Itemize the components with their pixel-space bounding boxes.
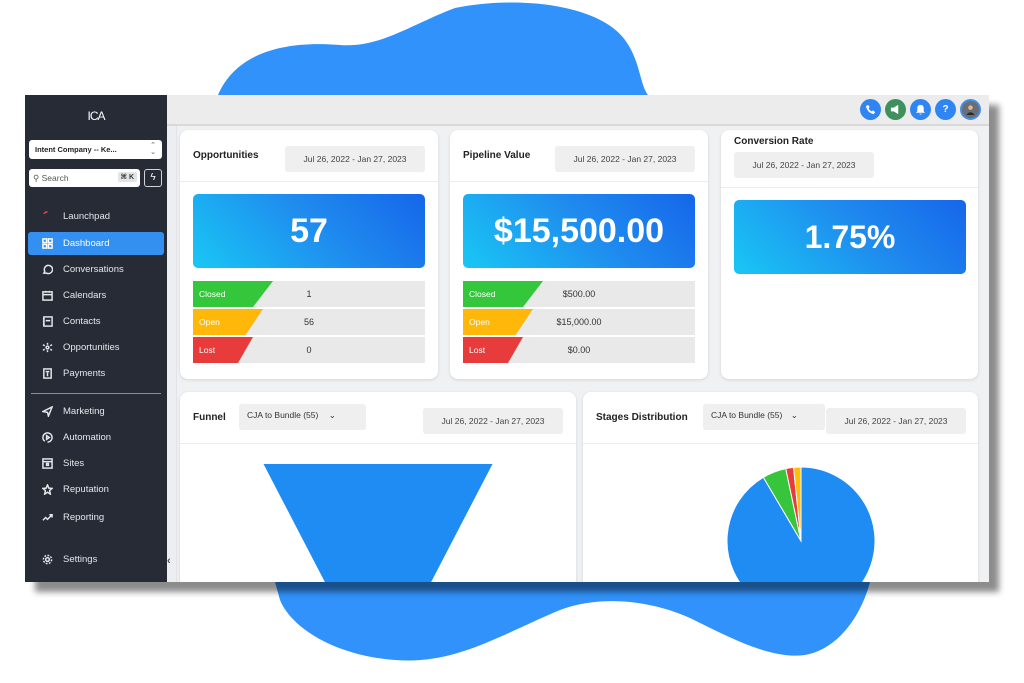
total-pipeline-value: $15,500.00 [463, 194, 695, 268]
sidebar-item-opportunities[interactable]: Opportunities [28, 336, 164, 359]
sidebar-item-label: Payments [63, 368, 106, 379]
stat-value: 56 [303, 317, 315, 327]
updown-chevron-icon: ⌃ ⌄ [150, 142, 156, 156]
conversion-rate-card: Conversion Rate Jul 26, 2022 - Jan 27, 2… [721, 130, 978, 379]
sidebar-divider [31, 393, 161, 394]
sidebar-item-marketing[interactable]: Marketing [28, 400, 164, 423]
app-window: ICA Intent Company -- Ke... ⌃ ⌄ ⚲ Search … [25, 95, 989, 582]
stat-tag: Lost [193, 337, 253, 363]
sidebar-item-dashboard[interactable]: Dashboard [28, 232, 164, 255]
company-selector-label: Intent Company -- Ke... [35, 145, 117, 154]
search-shortcut: ⌘ K [117, 172, 137, 182]
stat-tag: Lost [463, 337, 523, 363]
chevron-left-icon[interactable]: ‹ [167, 555, 171, 567]
chat-bubble-icon [40, 263, 54, 277]
sidebar-item-label: Launchpad [63, 211, 111, 222]
lightning-icon: ϟ [150, 172, 156, 183]
stat-row-lost: Lost 0 [193, 337, 425, 363]
sidebar-item-settings[interactable]: Settings [28, 548, 164, 571]
conversion-rate-value: 1.75% [734, 200, 966, 274]
sidebar-item-automation[interactable]: Automation [28, 426, 164, 449]
gear-icon [40, 553, 54, 567]
stage: ICA Intent Company -- Ke... ⌃ ⌄ ⚲ Search … [0, 0, 1024, 683]
stat-tag: Open [463, 309, 533, 335]
bell-icon[interactable] [910, 99, 931, 120]
sidebar-item-launchpad[interactable]: Launchpad [28, 205, 164, 228]
stat-tag: Closed [193, 281, 273, 307]
user-avatar[interactable] [960, 99, 981, 120]
stat-row-open: Open $15,000.00 [463, 309, 695, 335]
search-icon: ⚲ [33, 173, 40, 183]
quick-actions-button[interactable]: ϟ [144, 169, 162, 187]
card-title: Conversion Rate [734, 136, 814, 147]
sidebar: ICA Intent Company -- Ke... ⌃ ⌄ ⚲ Search … [25, 95, 167, 582]
stages-distribution-card: Stages Distribution CJA to Bundle (55) ⌄… [583, 392, 978, 582]
card-title: Pipeline Value [463, 150, 531, 161]
sidebar-collapse-strip[interactable]: ‹ [167, 95, 177, 582]
sites-icon [40, 457, 54, 471]
sidebar-item-contacts[interactable]: Contacts [28, 310, 164, 333]
sidebar-item-reporting[interactable]: Reporting [28, 506, 164, 529]
sidebar-item-conversations[interactable]: Conversations [28, 258, 164, 281]
megaphone-icon[interactable] [885, 99, 906, 120]
stat-value: 0 [306, 345, 312, 355]
stat-value: 1 [306, 289, 312, 299]
sidebar-item-payments[interactable]: Payments [28, 362, 164, 385]
card-title: Opportunities [193, 150, 259, 161]
stat-row-closed: Closed 1 [193, 281, 425, 307]
company-selector[interactable]: Intent Company -- Ke... ⌃ ⌄ [29, 140, 162, 159]
funnel-stage [263, 464, 493, 582]
sidebar-item-sites[interactable]: Sites [28, 452, 164, 475]
search-placeholder: Search [41, 173, 69, 183]
automation-icon [40, 431, 54, 445]
top-bar: ? [167, 95, 989, 126]
stages-pie-chart [726, 466, 876, 582]
opportunities-icon [40, 341, 54, 355]
help-icon[interactable]: ? [935, 99, 956, 120]
sidebar-item-label: Conversations [63, 264, 124, 275]
date-range-picker[interactable]: Jul 26, 2022 - Jan 27, 2023 [555, 146, 695, 172]
card-divider [180, 181, 438, 182]
card-divider [721, 187, 978, 188]
date-range-picker[interactable]: Jul 26, 2022 - Jan 27, 2023 [285, 146, 425, 172]
stat-value: $500.00 [562, 289, 596, 299]
sidebar-item-label: Opportunities [63, 342, 120, 353]
sidebar-item-label: Sites [63, 458, 85, 469]
sidebar-item-label: Reporting [63, 512, 105, 523]
funnel-card: Funnel CJA to Bundle (55) ⌄ Jul 26, 2022… [180, 392, 576, 582]
contacts-book-icon [40, 315, 54, 329]
sidebar-item-label: Marketing [63, 406, 105, 417]
calendar-icon [40, 289, 54, 303]
stat-tag: Closed [463, 281, 543, 307]
app-logo: ICA [87, 109, 105, 123]
sidebar-item-label: Contacts [63, 316, 101, 327]
dashboard-icon [40, 237, 54, 251]
sidebar-item-label: Dashboard [63, 238, 110, 249]
sidebar-item-label: Reputation [63, 484, 109, 495]
stat-row-open: Open 56 [193, 309, 425, 335]
star-icon [40, 483, 54, 497]
sidebar-item-label: Settings [63, 554, 98, 565]
stat-value: $0.00 [567, 345, 591, 355]
stat-row-lost: Lost $0.00 [463, 337, 695, 363]
sidebar-item-label: Calendars [63, 290, 107, 301]
stat-value: $15,000.00 [556, 317, 602, 327]
sidebar-item-label: Automation [63, 432, 112, 443]
stat-row-closed: Closed $500.00 [463, 281, 695, 307]
sidebar-item-calendars[interactable]: Calendars [28, 284, 164, 307]
trend-line-icon [40, 511, 54, 525]
opportunities-card: Opportunities Jul 26, 2022 - Jan 27, 202… [180, 130, 438, 379]
stat-tag: Open [193, 309, 263, 335]
pipeline-value-card: Pipeline Value Jul 26, 2022 - Jan 27, 20… [450, 130, 708, 379]
sidebar-item-reputation[interactable]: Reputation [28, 478, 164, 501]
date-range-picker[interactable]: Jul 26, 2022 - Jan 27, 2023 [734, 152, 874, 178]
total-opportunities: 57 [193, 194, 425, 268]
card-divider [450, 181, 708, 182]
funnel-chart [263, 464, 493, 582]
paper-plane-icon [40, 405, 54, 419]
phone-icon[interactable] [860, 99, 881, 120]
launchpad-icon [40, 210, 54, 224]
payments-icon [40, 367, 54, 381]
search-input[interactable]: ⚲ Search ⌘ K [29, 169, 140, 187]
